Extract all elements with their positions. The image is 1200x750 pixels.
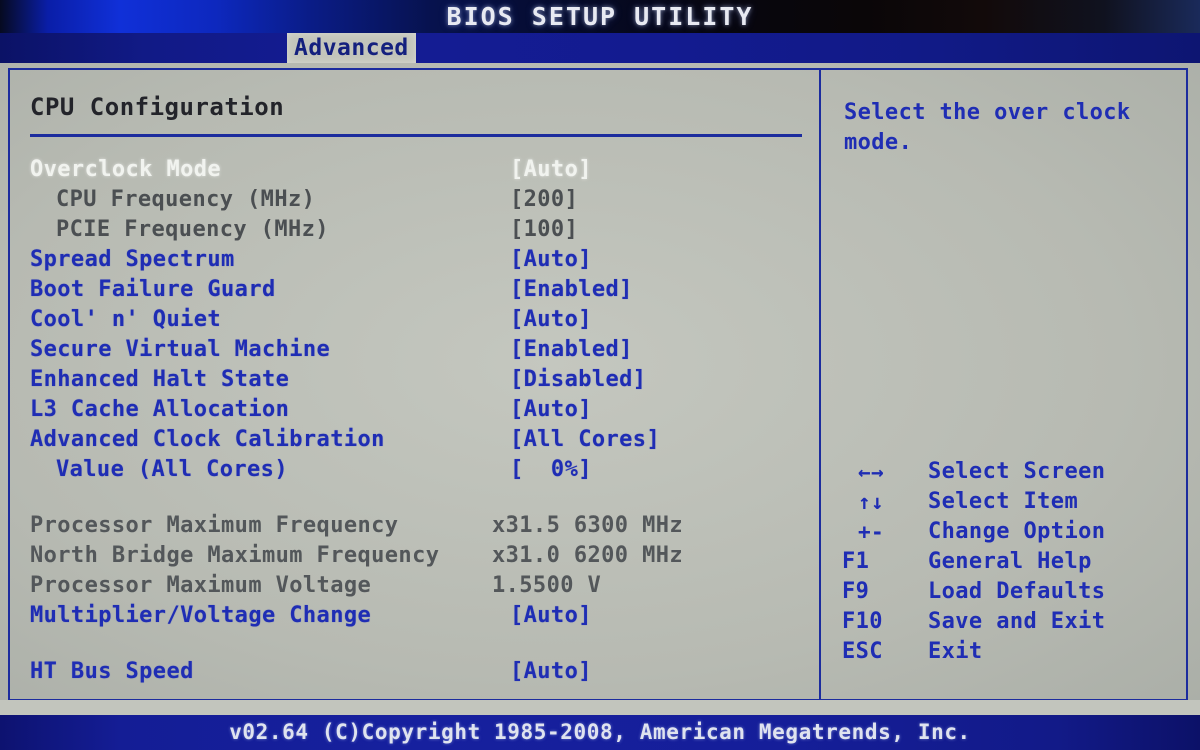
setting-row: North Bridge Maximum Frequency x31.0 6200… <box>30 541 810 571</box>
setting-value[interactable]: [Auto] <box>510 395 592 425</box>
setting-row[interactable]: Spread Spectrum [Auto] <box>30 245 810 275</box>
setting-row[interactable]: Enhanced Halt State [Disabled] <box>30 365 810 395</box>
setting-label: L3 Cache Allocation <box>30 397 290 422</box>
setting-label: Advanced Clock Calibration <box>30 427 385 452</box>
setting-value[interactable]: [Auto] <box>510 657 592 687</box>
setting-label: HT Bus Speed <box>30 659 194 684</box>
setting-label: Enhanced Halt State <box>30 367 290 392</box>
legend-description: Select Screen <box>928 459 1106 484</box>
page-title: BIOS SETUP UTILITY <box>446 2 754 31</box>
panel-divider <box>819 68 821 701</box>
legend-row: ←→ Select Screen <box>842 457 1182 487</box>
bios-setup-screen: BIOS SETUP UTILITY Advanced CPU Configur… <box>0 0 1200 750</box>
legend-row: ↑↓ Select Item <box>842 487 1182 517</box>
setting-label: Secure Virtual Machine <box>30 337 331 362</box>
setting-value[interactable]: [200] <box>510 185 578 215</box>
section-title: CPU Configuration <box>30 93 285 121</box>
setting-row[interactable]: Value (All Cores) [ 0%] <box>30 455 810 485</box>
legend-key-icon: ↑↓ <box>858 490 885 514</box>
setting-value: 1.5500 V <box>492 573 602 598</box>
title-bar: BIOS SETUP UTILITY <box>0 0 1200 33</box>
help-text: Select the over clock mode. <box>844 100 1131 155</box>
setting-label: CPU Frequency (MHz) <box>56 187 316 212</box>
legend-description: Exit <box>928 639 983 664</box>
setting-value[interactable]: [100] <box>510 215 578 245</box>
setting-row[interactable]: PCIE Frequency (MHz) [100] <box>30 215 810 245</box>
footer-bar: v02.64 (C)Copyright 1985-2008, American … <box>0 715 1200 750</box>
setting-value[interactable]: [Enabled] <box>510 275 633 305</box>
content-area: CPU Configuration Overclock Mode [Auto] CP… <box>0 63 1200 715</box>
setting-row[interactable]: Multiplier/Voltage Change [Auto] <box>30 601 810 631</box>
copyright-text: v02.64 (C)Copyright 1985-2008, American … <box>229 720 971 744</box>
setting-value: x31.0 6200 MHz <box>492 543 684 568</box>
setting-value[interactable]: [Auto] <box>510 305 592 335</box>
setting-row[interactable]: Cool' n' Quiet [Auto] <box>30 305 810 335</box>
setting-label: Spread Spectrum <box>30 247 235 272</box>
setting-value[interactable]: [Enabled] <box>510 335 633 365</box>
help-panel: Select the over clock mode. ←→ Select Scr… <box>824 70 1186 699</box>
section-underline <box>30 134 802 137</box>
tab-bar: Advanced <box>0 33 1200 63</box>
setting-value[interactable]: [All Cores] <box>510 425 660 455</box>
setting-value[interactable]: [Auto] <box>510 601 592 631</box>
legend-description: General Help <box>928 549 1092 574</box>
tab-advanced[interactable]: Advanced <box>287 33 416 63</box>
setting-label: PCIE Frequency (MHz) <box>56 217 329 242</box>
setting-value: x31.5 6300 MHz <box>492 513 684 538</box>
setting-row[interactable]: L3 Cache Allocation [Auto] <box>30 395 810 425</box>
setting-label: Processor Maximum Voltage <box>30 573 372 598</box>
setting-row[interactable]: Advanced Clock Calibration [All Cores] <box>30 425 810 455</box>
setting-value[interactable]: [Disabled] <box>510 365 646 395</box>
legend-description: Save and Exit <box>928 609 1106 634</box>
setting-label: Value (All Cores) <box>56 457 288 482</box>
setting-row[interactable]: CPU Frequency (MHz) [200] <box>30 185 810 215</box>
legend-key: F10 <box>842 609 883 634</box>
legend-key: F9 <box>842 579 870 604</box>
legend-description: Load Defaults <box>928 579 1106 604</box>
legend-key-icon: ←→ <box>858 460 885 484</box>
key-legend: ←→ Select Screen ↑↓ Select Item +- Change Opt… <box>842 457 1182 667</box>
setting-row[interactable]: Overclock Mode [Auto] <box>30 155 810 185</box>
setting-row: Processor Maximum Frequency x31.5 6300 MH… <box>30 511 810 541</box>
setting-label: Processor Maximum Frequency <box>30 513 399 538</box>
setting-row[interactable]: Boot Failure Guard [Enabled] <box>30 275 810 305</box>
setting-value[interactable]: [ 0%] <box>510 455 592 485</box>
setting-value[interactable]: [Auto] <box>510 245 592 275</box>
settings-list: Overclock Mode [Auto] CPU Frequency (MHz) [… <box>30 155 810 687</box>
setting-label: Boot Failure Guard <box>30 277 276 302</box>
setting-label: Overclock Mode <box>30 157 222 182</box>
setting-row[interactable]: HT Bus Speed [Auto] <box>30 657 810 687</box>
setting-label: Cool' n' Quiet <box>30 307 222 332</box>
legend-key-icon: +- <box>858 520 885 544</box>
setting-row: Processor Maximum Voltage 1.5500 V <box>30 571 810 601</box>
footer-gap <box>0 700 1200 715</box>
legend-row: +- Change Option <box>842 517 1182 547</box>
legend-description: Change Option <box>928 519 1106 544</box>
setting-row[interactable]: Secure Virtual Machine [Enabled] <box>30 335 810 365</box>
legend-key: F1 <box>842 549 870 574</box>
legend-description: Select Item <box>928 489 1079 514</box>
legend-row: F9 Load Defaults <box>842 577 1182 607</box>
legend-row: F1 General Help <box>842 547 1182 577</box>
setting-value[interactable]: [Auto] <box>510 155 592 185</box>
setting-label: Multiplier/Voltage Change <box>30 603 372 628</box>
legend-row: F10 Save and Exit <box>842 607 1182 637</box>
legend-key: ESC <box>842 639 883 664</box>
legend-row: ESC Exit <box>842 637 1182 667</box>
setting-label: North Bridge Maximum Frequency <box>30 543 440 568</box>
settings-panel: CPU Configuration Overclock Mode [Auto] CP… <box>10 70 817 699</box>
